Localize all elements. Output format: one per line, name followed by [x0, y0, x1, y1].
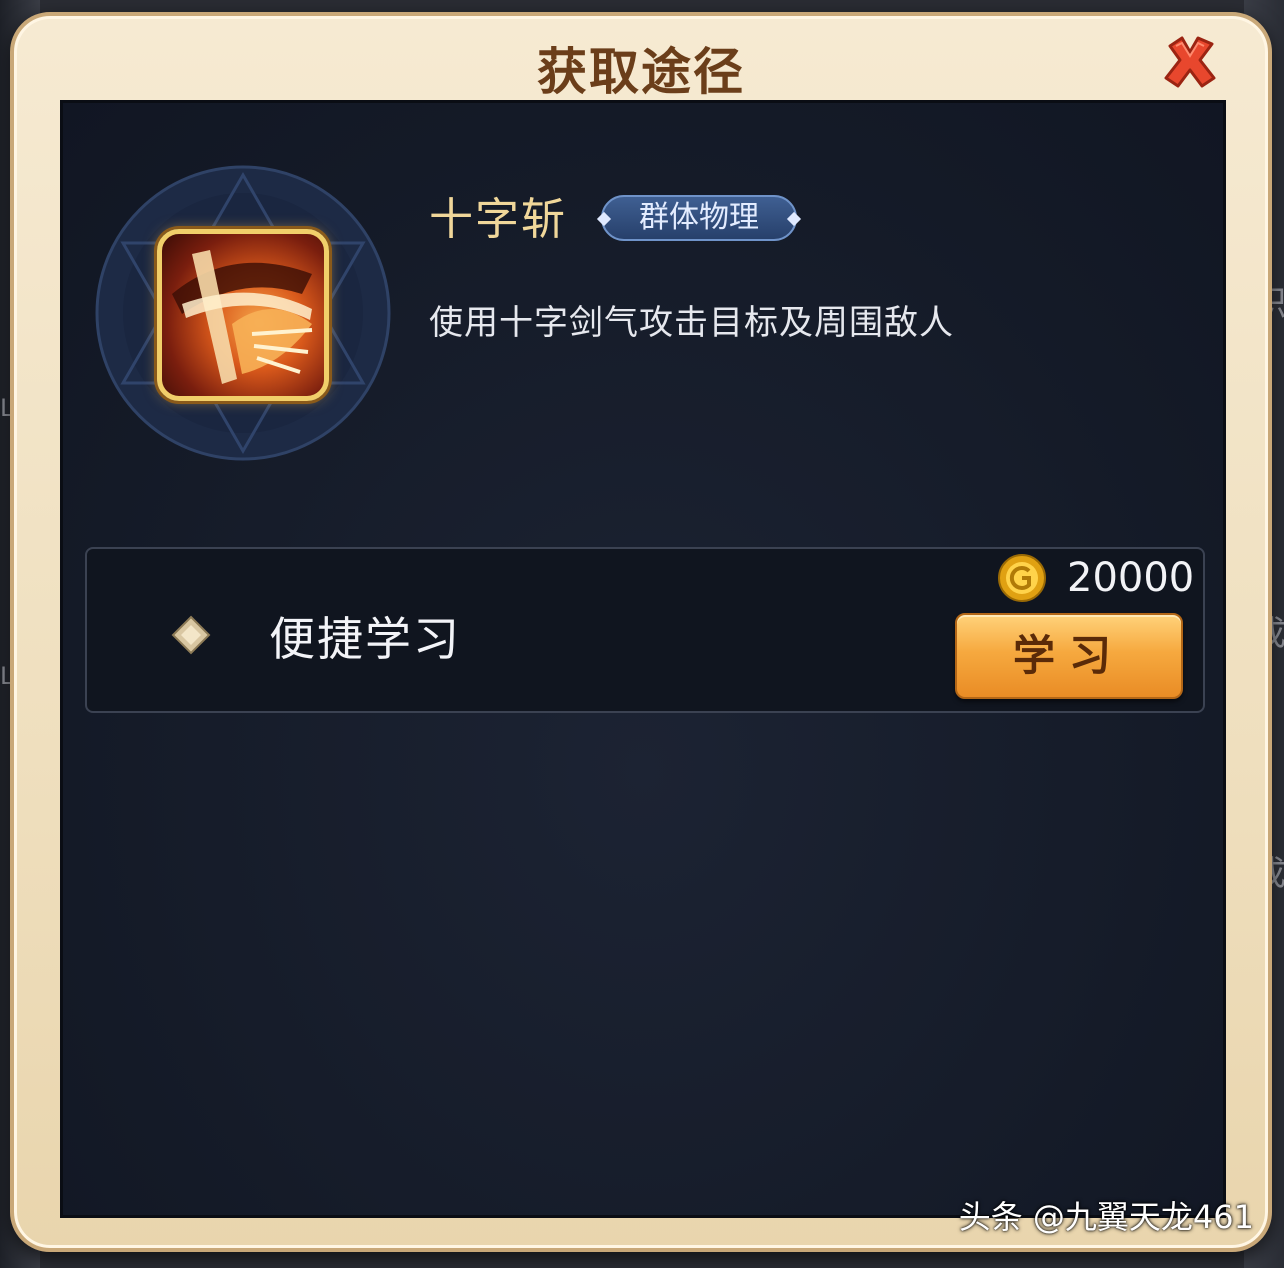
acquisition-option-row: 便捷学习 20000 学习 — [85, 547, 1205, 713]
close-button[interactable] — [1160, 32, 1220, 92]
skill-type-badge: 群体物理 — [601, 195, 797, 241]
acquisition-dialog: 获取途径 十字斩 群体物理 使用十字剑气攻击目标及周围敌人 便捷学习 20000… — [10, 12, 1272, 1252]
diamond-bullet-icon — [171, 615, 211, 655]
background-bottom-strip — [0, 1246, 600, 1268]
cross-slash-skill-icon — [157, 229, 329, 401]
learn-button[interactable]: 学习 — [955, 613, 1183, 699]
skill-description: 使用十字剑气攻击目标及周围敌人 — [429, 303, 954, 343]
acquisition-method-label: 便捷学习 — [269, 612, 461, 666]
gold-coin-icon — [998, 554, 1046, 602]
watermark-text: 头条 @九翼天龙461 — [958, 1198, 1254, 1236]
skill-name: 十字斩 — [429, 194, 567, 245]
close-icon — [1164, 36, 1216, 88]
dialog-title: 获取途径 — [537, 42, 745, 101]
dialog-content-panel: 十字斩 群体物理 使用十字剑气攻击目标及周围敌人 便捷学习 20000 学习 — [60, 100, 1226, 1218]
cost-value: 20000 — [1067, 555, 1195, 601]
